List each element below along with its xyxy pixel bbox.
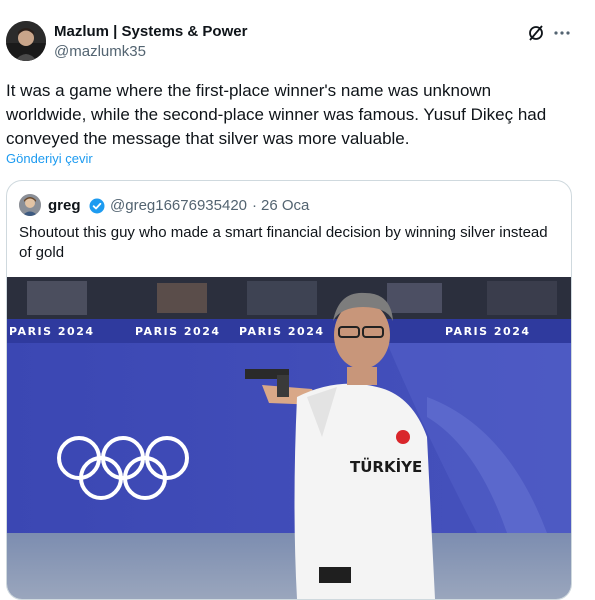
tweet-text: It was a game where the first-place winn… bbox=[6, 81, 547, 148]
author-display-name[interactable]: Mazlum | Systems & Power bbox=[54, 23, 247, 40]
translate-post-link[interactable]: Gönderiyi çevir bbox=[6, 151, 93, 166]
quoted-author-name[interactable]: greg bbox=[48, 197, 81, 214]
quoted-author-avatar[interactable] bbox=[19, 194, 41, 216]
quoted-tweet-date[interactable]: 26 Oca bbox=[261, 197, 309, 214]
quoted-tweet-photo[interactable]: PARIS 2024 PARIS 2024 PARIS 2024 PARIS 2… bbox=[7, 277, 571, 599]
verified-badge-icon bbox=[89, 198, 105, 214]
banner-text-3: PARIS 2024 bbox=[239, 325, 325, 338]
grok-icon[interactable] bbox=[527, 24, 545, 42]
banner-text-1: PARIS 2024 bbox=[9, 325, 95, 338]
more-options-icon[interactable] bbox=[553, 24, 571, 42]
quoted-author-handle[interactable]: @greg16676935420 bbox=[110, 197, 247, 214]
author-handle[interactable]: @mazlumk35 bbox=[54, 43, 146, 60]
shirt-text: TÜRKİYE bbox=[350, 457, 422, 476]
separator-dot: · bbox=[252, 197, 257, 214]
author-avatar[interactable] bbox=[6, 21, 46, 61]
quoted-tweet-text: Shoutout this guy who made a smart finan… bbox=[19, 224, 548, 261]
quoted-tweet-card[interactable]: greg @greg16676935420 · 26 Oca Shoutout … bbox=[6, 180, 572, 600]
banner-text-4: PARIS 2024 bbox=[445, 325, 531, 338]
banner-text-2: PARIS 2024 bbox=[135, 325, 221, 338]
